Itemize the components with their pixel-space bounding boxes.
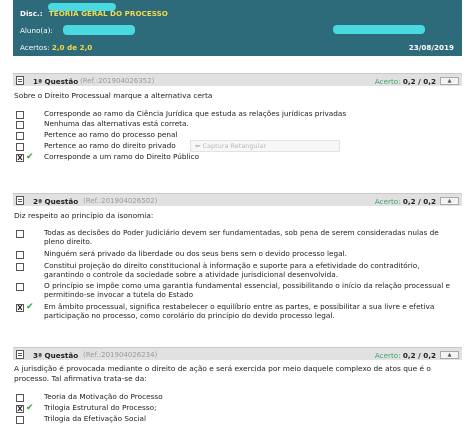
question-3-score: Acerto: 0,2 / 0,2 — [375, 351, 436, 360]
option-text: O princípio se impõe como uma garantia f… — [44, 281, 451, 299]
exam-date: 23/08/2019 — [408, 43, 454, 52]
option-text: Trilogia Estrutural do Processo; — [44, 403, 157, 412]
correct-check-icon: ✔ — [26, 152, 34, 162]
question-3-title: 3ª Questão — [33, 351, 79, 360]
tooltip-text: Captura Retangular — [202, 142, 267, 150]
question-icon — [16, 76, 24, 85]
option-checkbox[interactable] — [16, 263, 24, 271]
toggle-question-button[interactable]: ▲ — [440, 351, 459, 359]
option-text: Teoria da Motivação do Processo — [44, 392, 163, 401]
hits-value: 2,0 de 2,0 — [51, 43, 93, 52]
question-2-statement: Diz respeito ao princípio da isonomia: — [14, 211, 154, 220]
question-3-statement: A jurisdição é provocada mediante o dire… — [14, 364, 431, 383]
option-text: Constitui projeção do direito constituci… — [44, 261, 420, 279]
option-text: Corresponde a um ramo do Direito Público — [44, 152, 200, 161]
question-1-ref: (Ref.:201904026352) — [80, 77, 155, 85]
question-1-score: Acerto: 0,2 / 0,2 — [375, 77, 436, 86]
option-text: Trilogia da Efetivação Social — [44, 414, 147, 423]
option-text: Corresponde ao ramo da Ciência Jurídica … — [44, 109, 347, 118]
option-checkbox[interactable]: X — [16, 405, 24, 413]
correct-check-icon: ✔ — [26, 302, 34, 312]
question-2-title: 2ª Questão — [33, 197, 79, 206]
score-value: 0,2 / 0,2 — [402, 197, 436, 206]
tooltip-arrow-icon: ⬅ — [195, 142, 203, 150]
option-checkbox[interactable] — [16, 416, 24, 424]
toggle-question-button[interactable]: ▲ — [440, 197, 459, 205]
option-checkbox[interactable] — [16, 283, 24, 291]
question-2-ref: (Ref.:201904026502) — [83, 197, 158, 205]
score-label: Acerto: — [374, 77, 401, 86]
question-icon — [16, 196, 24, 205]
option-checkbox[interactable] — [16, 121, 24, 129]
question-1-header: 1ª Questão (Ref.:201904026352) Acerto: 0… — [13, 73, 462, 86]
option-checkbox[interactable]: X — [16, 154, 24, 162]
option-checkbox[interactable] — [16, 143, 24, 151]
option-checkbox[interactable] — [16, 111, 24, 119]
hits-row: Acertos: 2,0 de 2,0 — [20, 43, 92, 52]
student-label: Aluno(a): — [20, 26, 53, 35]
score-value: 0,2 / 0,2 — [402, 77, 436, 86]
question-3-ref: (Ref.:201904026234) — [83, 351, 158, 359]
redacted-logo — [48, 3, 116, 11]
hits-label: Acertos: — [20, 43, 50, 52]
question-1-title: 1ª Questão — [33, 77, 79, 86]
option-checkbox[interactable] — [16, 230, 24, 238]
student-row: Aluno(a): — [20, 26, 53, 35]
discipline-label: Disc.: — [20, 9, 43, 18]
question-2-header: 2ª Questão (Ref.:201904026502) Acerto: 0… — [13, 193, 462, 206]
option-text: Ninguém será privado da liberdade ou dos… — [44, 249, 347, 258]
redacted-student-id — [333, 25, 425, 34]
option-checkbox[interactable] — [16, 251, 24, 259]
score-label: Acerto: — [374, 351, 401, 360]
score-label: Acerto: — [374, 197, 401, 206]
option-text: Todas as decisões do Poder Judiciário de… — [44, 228, 439, 246]
exam-header: Disc.: TEORIA GERAL DO PROCESSO Aluno(a)… — [13, 0, 462, 56]
question-3-header: 3ª Questão (Ref.:201904026234) Acerto: 0… — [13, 347, 462, 360]
toggle-question-button[interactable]: ▲ — [440, 77, 459, 85]
question-2-score: Acerto: 0,2 / 0,2 — [375, 197, 436, 206]
option-text: Pertence ao ramo do processo penal — [44, 130, 178, 139]
option-text: Nenhuma das alternativas está correta. — [44, 119, 189, 128]
correct-check-icon: ✔ — [26, 403, 34, 413]
redacted-student-name — [63, 25, 135, 35]
question-icon — [16, 350, 24, 359]
option-checkbox[interactable]: X — [16, 304, 24, 312]
option-checkbox[interactable] — [16, 394, 24, 402]
score-value: 0,2 / 0,2 — [402, 351, 436, 360]
option-checkbox[interactable] — [16, 132, 24, 140]
capture-tooltip: ⬅ Captura Retangular — [190, 140, 340, 152]
option-text: Em âmbito processual, significa restabel… — [44, 302, 435, 320]
question-1-statement: Sobre o Direito Processual marque a alte… — [14, 91, 213, 100]
